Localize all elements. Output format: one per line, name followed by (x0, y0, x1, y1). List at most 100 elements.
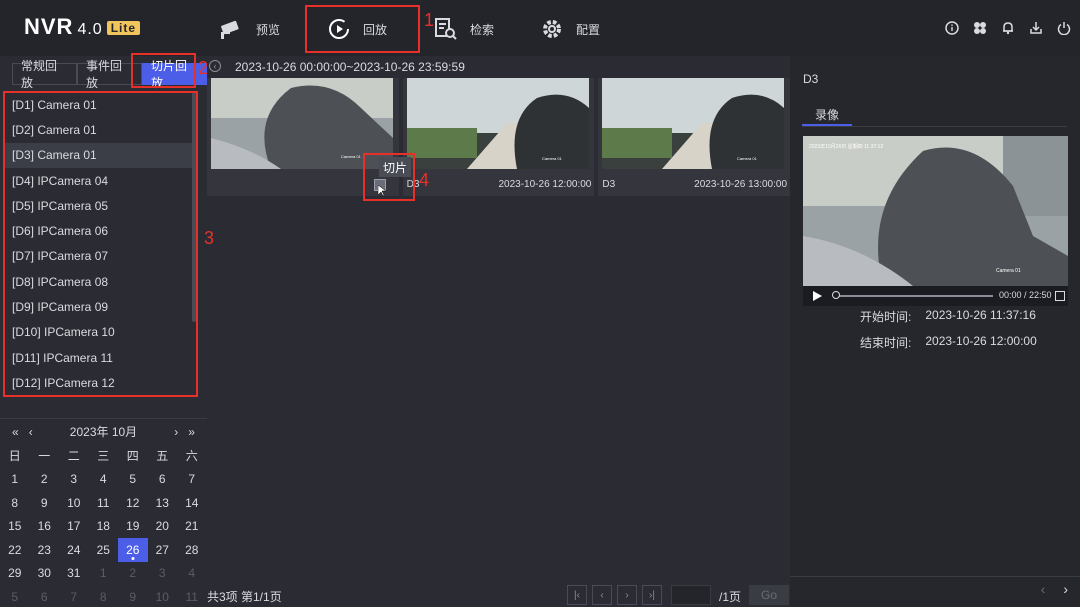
nav-config[interactable]: 配置 (538, 14, 600, 44)
calendar-day[interactable]: 8 (89, 585, 119, 607)
calendar-day[interactable]: 1 (0, 468, 30, 492)
camera-item[interactable]: [D8] IPCamera 08 (4, 269, 194, 294)
page-total: /1页 (719, 590, 742, 604)
fullscreen-icon[interactable] (1055, 291, 1065, 301)
video-player[interactable]: 2023年10月26日 星期四 11:37:12 Camera 01 00:00… (803, 136, 1068, 306)
info-icon[interactable] (944, 20, 960, 36)
prev-page-button[interactable]: ‹ (592, 585, 612, 605)
next-page-button[interactable]: › (617, 585, 637, 605)
calendar-day[interactable]: 20 (148, 515, 178, 539)
calendar-day[interactable]: 16 (30, 515, 60, 539)
camera-item[interactable]: [D9] IPCamera 09 (4, 294, 194, 319)
camera-item-selected[interactable]: [D3] Camera 01 (4, 142, 194, 168)
power-icon[interactable] (1056, 20, 1072, 36)
calendar-day[interactable]: 22 (0, 538, 30, 562)
calendar-day[interactable]: 28 (177, 538, 207, 562)
calendar-day[interactable]: 11 (177, 585, 207, 607)
calendar-day[interactable]: 13 (148, 491, 178, 515)
calendar-day[interactable]: 12 (118, 491, 148, 515)
calendar-day[interactable]: 17 (59, 515, 89, 539)
camera-item[interactable]: [D11] IPCamera 11 (4, 345, 194, 370)
nav-preview[interactable]: 预览 (218, 14, 280, 44)
camera-item[interactable]: [D10] IPCamera 10 (4, 320, 194, 345)
camera-item[interactable]: [D1] Camera 01 (4, 92, 194, 117)
calendar-day[interactable]: 3 (148, 562, 178, 586)
page-input[interactable] (671, 585, 711, 605)
clip-thumbnail[interactable]: Camera 01 D3 2023-10-26 12:00:00 (402, 78, 595, 196)
calendar-day[interactable]: 8 (0, 491, 30, 515)
nav-playback[interactable]: 回放 (325, 14, 387, 44)
pagination-bar: 共3项 第1/1页 |‹ ‹ › ›| /1页 Go (207, 584, 790, 607)
calendar-day[interactable]: 23 (30, 538, 60, 562)
calendar-day[interactable]: 7 (59, 585, 89, 607)
collapse-icon[interactable]: ‹ (209, 60, 221, 72)
prev-month-button[interactable]: ‹ (29, 425, 33, 439)
calendar-day[interactable]: 10 (59, 491, 89, 515)
camera-item[interactable]: [D2] Camera 01 (4, 117, 194, 142)
first-page-button[interactable]: |‹ (567, 585, 587, 605)
last-page-button[interactable]: ›| (642, 585, 662, 605)
calendar-day[interactable]: 19 (118, 515, 148, 539)
calendar-day[interactable]: 24 (59, 538, 89, 562)
calendar-day[interactable]: 2 (30, 468, 60, 492)
calendar-day[interactable]: 3 (59, 468, 89, 492)
calendar-day[interactable]: 30 (30, 562, 60, 586)
play-icon[interactable] (811, 290, 823, 302)
camera-item[interactable]: [D7] IPCamera 07 (4, 244, 194, 269)
svg-text:Camera 01: Camera 01 (542, 156, 563, 161)
nav-config-label: 配置 (576, 22, 601, 37)
calendar-weekday: 二 (67, 449, 80, 464)
video-frame: 2023年10月26日 星期四 11:37:12 Camera 01 (803, 136, 1068, 286)
tab-normal-playback[interactable]: 常规回放 (12, 59, 77, 90)
next-arrow-icon[interactable]: › (1063, 581, 1068, 597)
start-time-value: 2023-10-26 11:37:16 (925, 308, 1036, 322)
progress-track[interactable] (833, 295, 993, 297)
calendar-day[interactable]: 18 (89, 515, 119, 539)
calendar-day[interactable]: 29 (0, 562, 30, 586)
prev-arrow-icon[interactable]: ‹ (1041, 581, 1046, 597)
calendar-day[interactable]: 15 (0, 515, 30, 539)
calendar-weekday: 六 (185, 449, 198, 464)
go-button[interactable]: Go (749, 585, 789, 605)
calendar-header: « ‹ 2023年 10月 › » (0, 418, 207, 444)
gear-icon (538, 15, 566, 43)
annotation-label-1: 1 (424, 10, 435, 30)
camera-item[interactable]: [D4] IPCamera 04 (4, 168, 194, 193)
calendar-day[interactable]: 4 (89, 468, 119, 492)
prev-year-button[interactable]: « (12, 425, 19, 439)
next-month-button[interactable]: › (174, 425, 178, 439)
calendar-day-selected[interactable]: 26 (118, 538, 148, 562)
calendar-day[interactable]: 6 (30, 585, 60, 607)
calendar-day[interactable]: 11 (89, 491, 119, 515)
camera-list-scrollbar[interactable] (192, 92, 196, 322)
calendar-day[interactable]: 31 (59, 562, 89, 586)
camera-item[interactable]: [D5] IPCamera 05 (4, 193, 194, 218)
nav-search[interactable]: 检索 (432, 14, 494, 44)
tab-recording[interactable]: 录像 (802, 106, 852, 126)
calendar-day[interactable]: 6 (148, 468, 178, 492)
annotation-label-3: 3 (204, 228, 215, 248)
calendar-day[interactable]: 9 (118, 585, 148, 607)
calendar-day[interactable]: 25 (89, 538, 119, 562)
download-icon[interactable] (1028, 20, 1044, 36)
clip-thumbnail[interactable]: Camera 01 D3 2023-10-26 13:00:00 (598, 78, 791, 196)
calendar-day[interactable]: 5 (118, 468, 148, 492)
calendar-day[interactable]: 14 (177, 491, 207, 515)
calendar-day[interactable]: 2 (118, 562, 148, 586)
calendar-day[interactable]: 10 (148, 585, 178, 607)
next-year-button[interactable]: » (188, 425, 195, 439)
calendar-day[interactable]: 1 (89, 562, 119, 586)
fan-icon[interactable] (972, 20, 988, 36)
calendar-day[interactable]: 4 (177, 562, 207, 586)
clip-thumbnail[interactable]: Camera 01 (207, 78, 399, 196)
calendar-day[interactable]: 27 (148, 538, 178, 562)
calendar-day[interactable]: 5 (0, 585, 30, 607)
camera-item[interactable]: [D6] IPCamera 06 (4, 218, 194, 243)
calendar-day[interactable]: 9 (30, 491, 60, 515)
bell-icon[interactable] (1000, 20, 1016, 36)
tab-event-playback[interactable]: 事件回放 (77, 59, 142, 90)
calendar-day[interactable]: 21 (177, 515, 207, 539)
camera-item[interactable]: [D12] IPCamera 12 (4, 370, 194, 395)
progress-knob[interactable] (832, 291, 840, 299)
calendar-day[interactable]: 7 (177, 468, 207, 492)
